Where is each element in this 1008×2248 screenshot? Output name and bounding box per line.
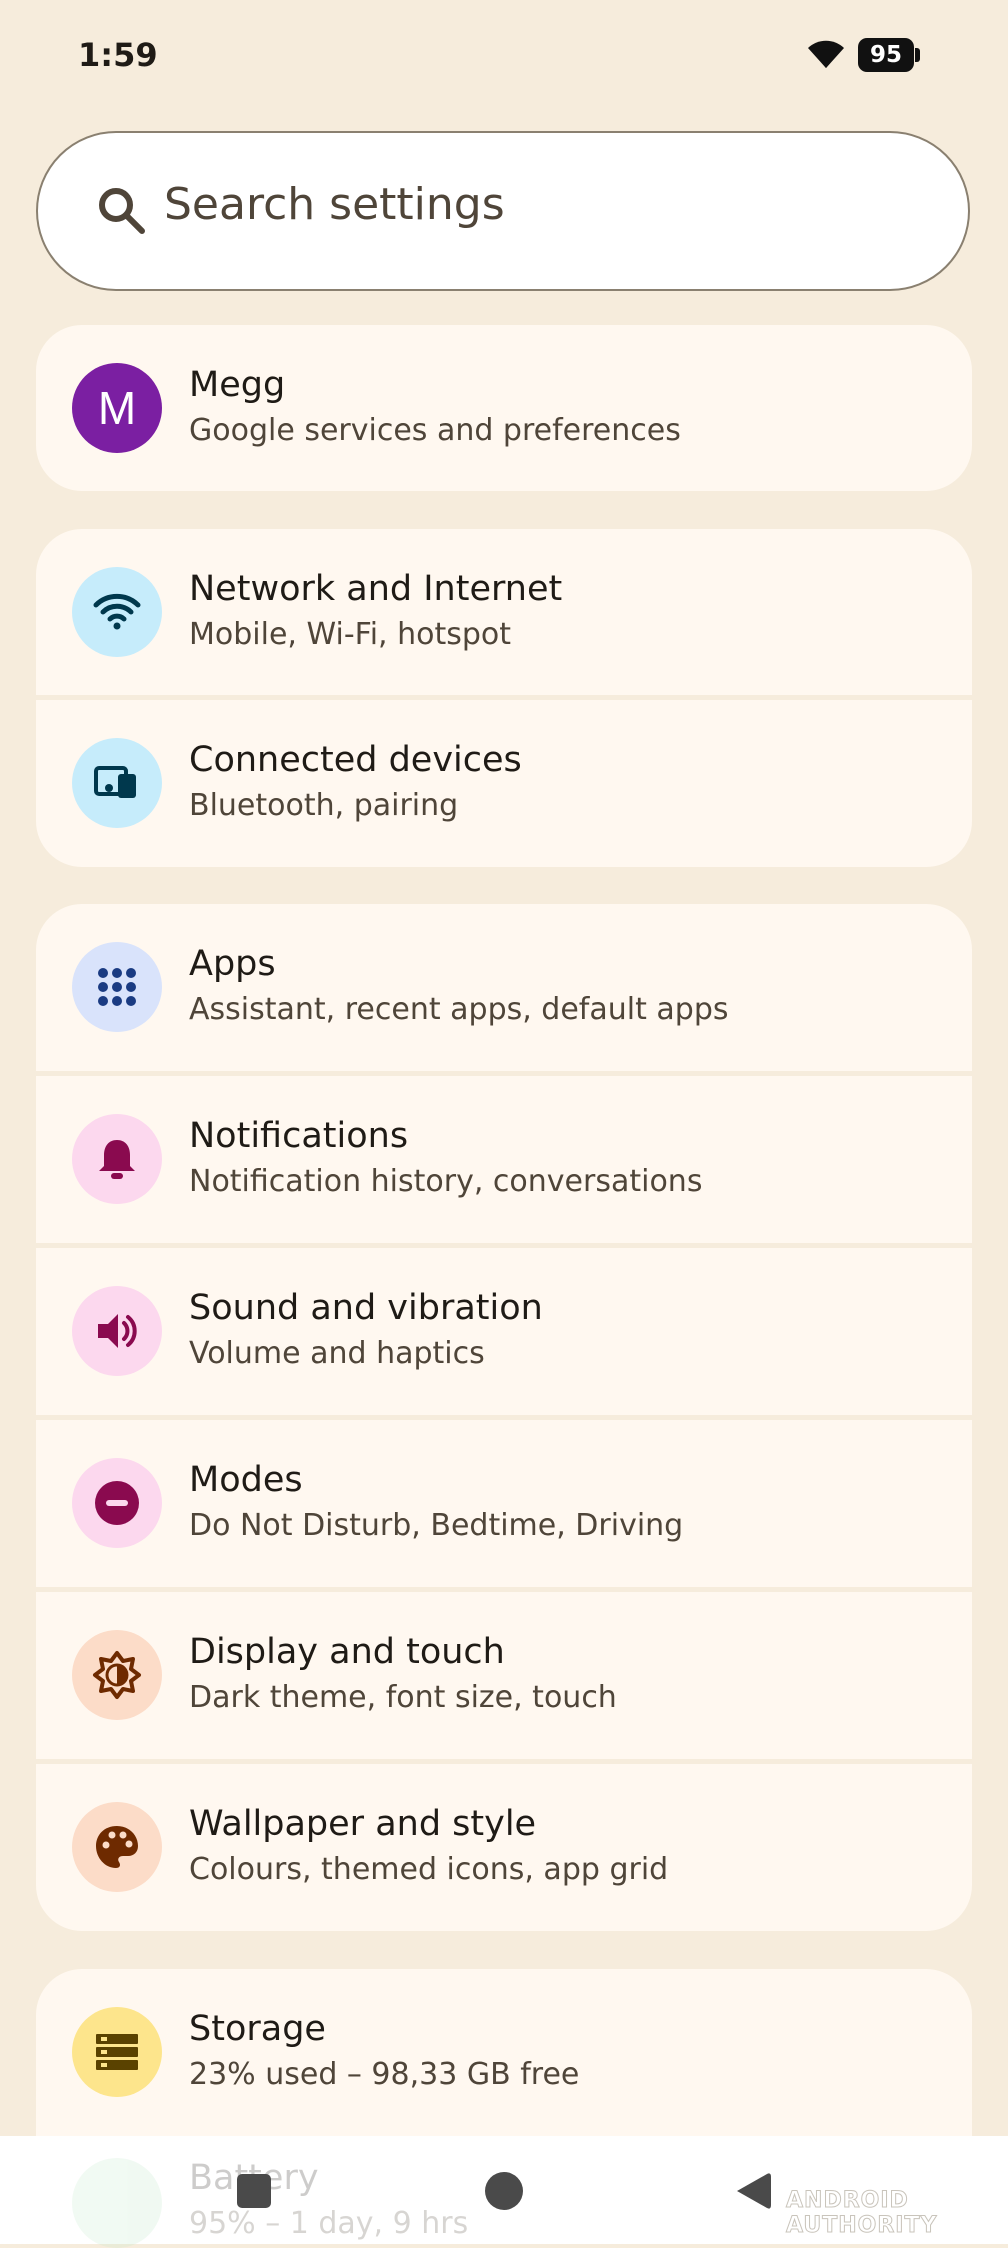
battery-tip (915, 48, 920, 62)
dnd-icon (72, 1458, 162, 1548)
settings-item-title: Connected devices (189, 740, 522, 780)
settings-group-connectivity: Network and Internet Mobile, Wi-Fi, hots… (36, 529, 972, 867)
battery-indicator: 95 (858, 38, 920, 72)
settings-item-title: Display and touch (189, 1632, 505, 1672)
battery-icon (72, 2158, 162, 2248)
settings-item-title: Notifications (189, 1116, 409, 1156)
wifi-icon (72, 567, 162, 657)
account-name: Megg (189, 365, 286, 405)
settings-item-title: Wallpaper and style (189, 1804, 537, 1844)
settings-item-sound[interactable]: Sound and vibration Volume and haptics (36, 1248, 972, 1415)
brightness-icon (72, 1630, 162, 1720)
avatar-initial: M (97, 382, 137, 434)
settings-item-title: Network and Internet (189, 569, 563, 609)
apps-grid-icon (72, 942, 162, 1032)
settings-item-notifications[interactable]: Notifications Notification history, conv… (36, 1076, 972, 1243)
settings-item-connected-devices[interactable]: Connected devices Bluetooth, pairing (36, 700, 972, 867)
settings-item-subtitle: 23% used – 98,33 GB free (189, 2057, 580, 2092)
devices-icon (72, 738, 162, 828)
settings-item-subtitle: Assistant, recent apps, default apps (189, 992, 729, 1027)
back-button[interactable] (733, 2170, 773, 2212)
account-card[interactable]: M Megg Google services and preferences (36, 325, 972, 491)
recents-button[interactable] (237, 2174, 271, 2208)
settings-item-subtitle: Notification history, conversations (189, 1164, 703, 1199)
search-settings-bar[interactable]: Search settings (36, 131, 970, 291)
settings-item-subtitle: 95% – 1 day, 9 hrs (189, 2206, 469, 2241)
settings-item-subtitle: Colours, themed icons, app grid (189, 1852, 669, 1887)
bell-icon (72, 1114, 162, 1204)
settings-item-display[interactable]: Display and touch Dark theme, font size,… (36, 1592, 972, 1759)
settings-item-subtitle: Dark theme, font size, touch (189, 1680, 617, 1715)
settings-item-subtitle: Volume and haptics (189, 1336, 485, 1371)
search-icon (99, 188, 145, 234)
settings-item-apps[interactable]: Apps Assistant, recent apps, default app… (36, 904, 972, 1071)
battery-level: 95 (858, 38, 914, 72)
avatar: M (72, 363, 162, 453)
settings-item-title: Sound and vibration (189, 1288, 543, 1328)
settings-item-subtitle: Mobile, Wi-Fi, hotspot (189, 617, 512, 652)
settings-item-subtitle: Do Not Disturb, Bedtime, Driving (189, 1508, 684, 1543)
settings-group-device: Apps Assistant, recent apps, default app… (36, 904, 972, 1931)
account-subtitle: Google services and preferences (189, 413, 681, 448)
search-placeholder: Search settings (164, 179, 505, 230)
wifi-signal-icon (808, 40, 844, 68)
home-button[interactable] (485, 2172, 523, 2210)
settings-item-wallpaper[interactable]: Wallpaper and style Colours, themed icon… (36, 1764, 972, 1931)
navigation-bar: Battery 95% – 1 day, 9 hrs ANDROID AUTHO… (0, 2136, 1008, 2248)
settings-item-network[interactable]: Network and Internet Mobile, Wi-Fi, hots… (36, 529, 972, 695)
watermark: ANDROID AUTHORITY (786, 2188, 938, 2239)
storage-icon (72, 2007, 162, 2097)
settings-item-storage[interactable]: Storage 23% used – 98,33 GB free (36, 1969, 972, 2135)
status-time: 1:59 (78, 36, 158, 74)
settings-item-title: Modes (189, 1460, 303, 1500)
palette-icon (72, 1802, 162, 1892)
settings-item-subtitle: Bluetooth, pairing (189, 788, 459, 823)
speaker-icon (72, 1286, 162, 1376)
status-bar: 1:59 95 (0, 0, 1008, 110)
settings-item-modes[interactable]: Modes Do Not Disturb, Bedtime, Driving (36, 1420, 972, 1587)
settings-item-title: Apps (189, 944, 276, 984)
settings-item-title: Storage (189, 2009, 326, 2049)
